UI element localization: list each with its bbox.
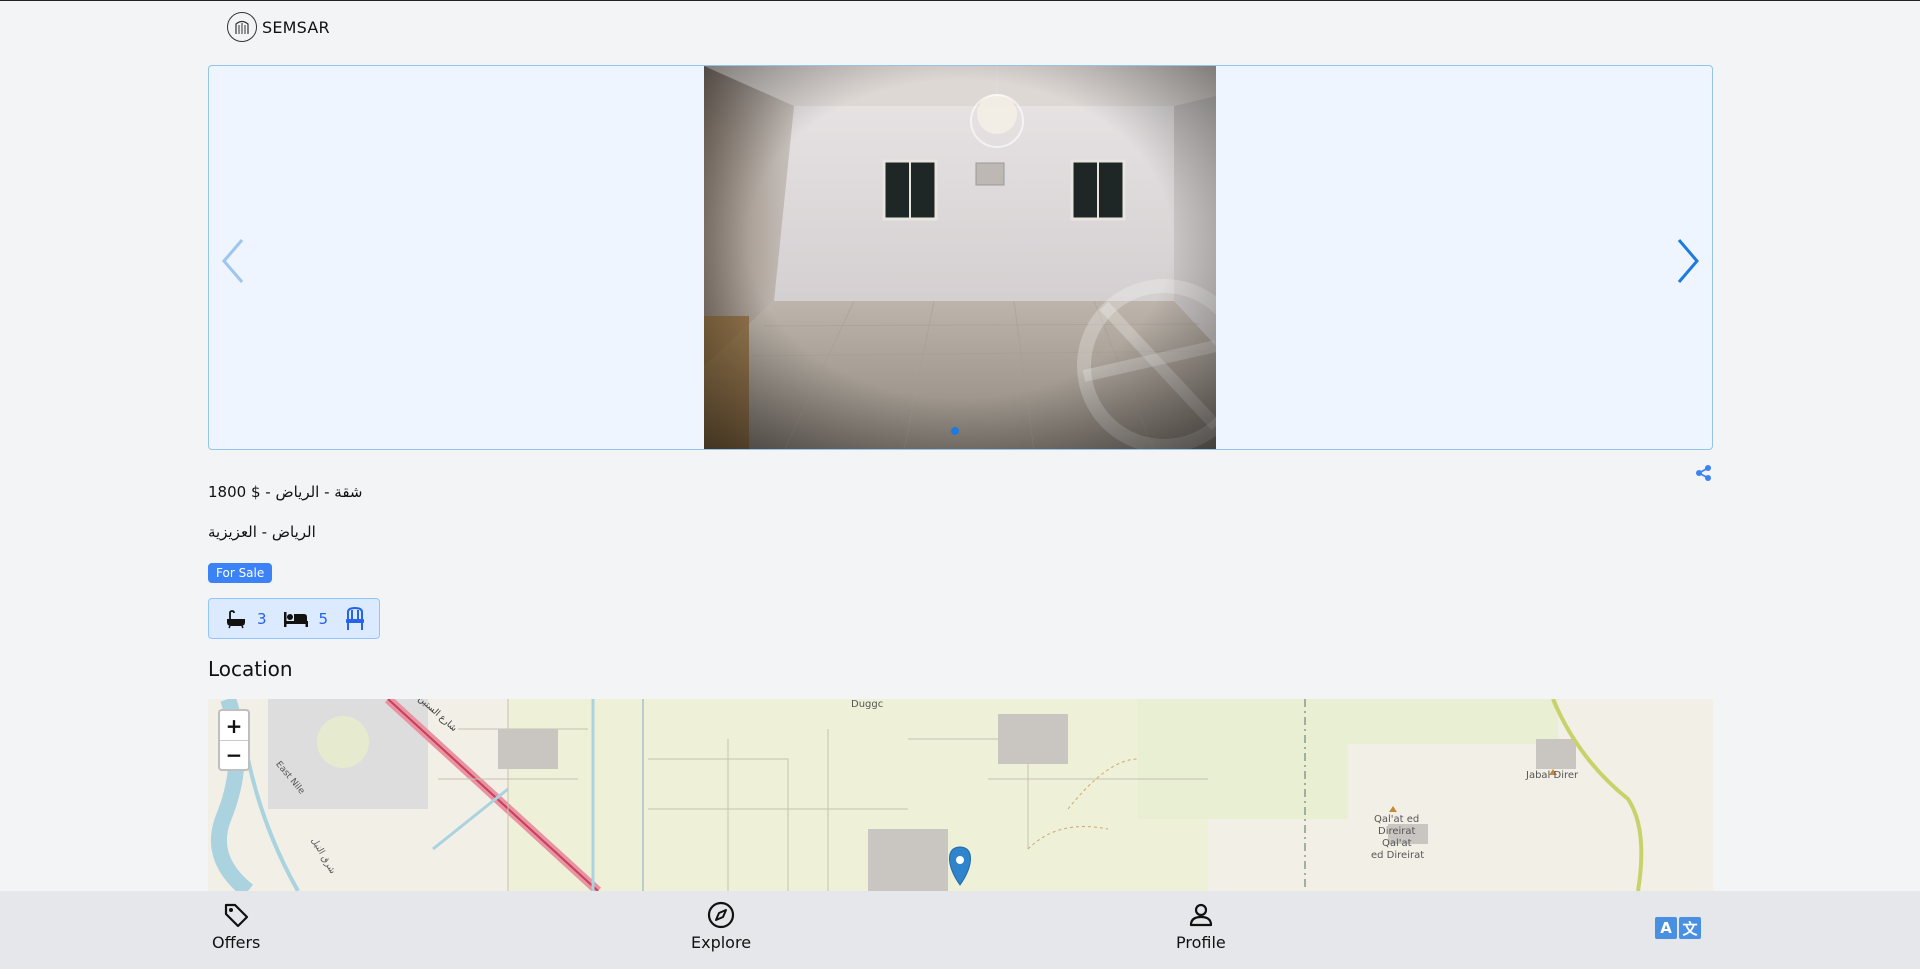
status-badge: For Sale	[208, 563, 273, 583]
carousel-prev-button[interactable]	[213, 236, 253, 286]
map-label-qalat-line-4: ed Direirat	[1371, 850, 1425, 861]
nav-offers[interactable]: Offers	[212, 901, 260, 952]
nav-explore-label: Explore	[691, 933, 752, 952]
carousel-next-button[interactable]	[1668, 236, 1708, 286]
app-header: SEMSAR	[227, 11, 330, 43]
share-button[interactable]	[1695, 464, 1713, 482]
chevron-right-icon	[1677, 239, 1699, 283]
translate-icon-latin: A	[1655, 917, 1677, 939]
person-icon	[1189, 903, 1212, 927]
zoom-out-button[interactable]: −	[220, 740, 248, 769]
nav-profile-label: Profile	[1176, 933, 1226, 952]
location-map[interactable]: Duggc East Nile Jabal Direr Qal'at ed Di…	[208, 699, 1713, 891]
share-icon	[1696, 465, 1711, 481]
map-label-jabal-direr: Jabal Direr	[1526, 770, 1579, 781]
photo-carousel[interactable]	[208, 65, 1713, 450]
carousel-dot-active[interactable]	[951, 427, 959, 435]
map-label-duggc: Duggc	[851, 699, 884, 710]
logo-icon[interactable]	[227, 12, 257, 42]
location-heading: Location	[208, 657, 293, 681]
bathtub-icon	[227, 609, 245, 628]
feature-bathrooms: 3	[225, 609, 267, 629]
map-label-qalat-line-2: Direirat	[1378, 826, 1416, 837]
features-box: 3 5	[208, 598, 380, 639]
translate-icon-cjk: 文	[1679, 917, 1701, 939]
nav-explore[interactable]: Explore	[691, 901, 751, 952]
property-photo	[704, 66, 1216, 449]
chevron-left-icon	[222, 239, 244, 283]
nav-offers-label: Offers	[212, 933, 261, 952]
bedrooms-count: 5	[318, 609, 329, 628]
map-label-qalat-line-3: Qal'at	[1382, 838, 1412, 849]
bed-icon	[283, 611, 308, 627]
map-label-qalat-line-1: Qal'at ed	[1374, 814, 1420, 825]
map-zoom-control: + −	[218, 709, 250, 771]
feature-bedrooms: 5	[283, 609, 329, 628]
listing-title: شقة - الرياض - $ 1800	[208, 483, 363, 501]
listing-address: الرياض - العزيزية	[208, 523, 316, 541]
tag-icon	[225, 903, 249, 928]
brand-name[interactable]: SEMSAR	[262, 18, 330, 37]
feature-furnishing	[344, 606, 366, 631]
zoom-in-button[interactable]: +	[220, 711, 248, 740]
language-toggle[interactable]: A 文	[1655, 917, 1701, 939]
nav-profile[interactable]: Profile	[1176, 901, 1226, 952]
bathrooms-count: 3	[257, 609, 267, 628]
compass-icon	[707, 901, 735, 929]
chair-icon	[346, 606, 365, 630]
map-tiles[interactable]	[208, 699, 1713, 891]
bottom-nav: Offers Explore Profile A 文	[0, 891, 1920, 969]
